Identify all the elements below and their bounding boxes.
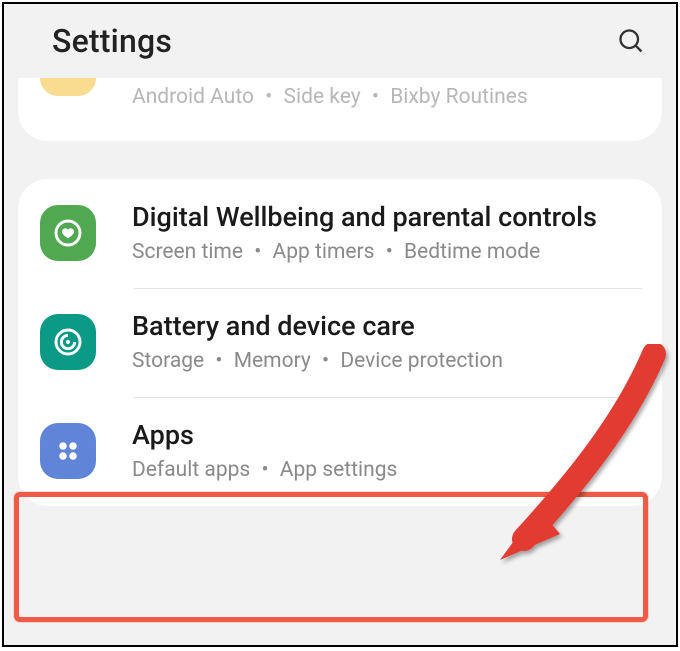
separator-dot: • [215,349,222,373]
sub-part: Android Auto [132,85,254,109]
settings-card-advanced: Android Auto • Side key • Bixby Routines [18,78,662,141]
sub-part: Storage [132,349,204,373]
sub-part: Bixby Routines [390,85,527,109]
sub-part: Bedtime mode [404,240,540,264]
row-subtitle: Default apps • App settings [132,457,642,484]
separator-dot: • [372,85,379,109]
search-button[interactable] [616,26,646,56]
sub-part: Memory [234,349,311,373]
row-title: Digital Wellbeing and parental controls [132,201,642,235]
row-text: Android Auto • Side key • Bixby Routines [132,84,642,111]
row-text: Apps Default apps • App settings [132,419,642,484]
battery-icon [40,314,96,370]
row-title: Apps [132,419,642,453]
row-text: Battery and device care Storage • Memory… [132,310,642,375]
sub-part: App settings [280,458,398,482]
settings-row-apps[interactable]: Apps Default apps • App settings [18,397,662,506]
apps-icon [40,423,96,479]
separator-dot: • [261,458,268,482]
row-subtitle: Storage • Memory • Device protection [132,348,642,375]
settings-header: Settings [4,4,676,78]
separator-dot: • [386,240,393,264]
sub-part: Device protection [340,349,503,373]
sub-part: Screen time [132,240,243,264]
page-title: Settings [52,22,172,60]
wellbeing-icon [40,205,96,261]
settings-row-battery[interactable]: Battery and device care Storage • Memory… [18,288,662,397]
separator-dot: • [322,349,329,373]
separator-dot: • [265,85,272,109]
settings-row-advanced[interactable]: Android Auto • Side key • Bixby Routines [18,84,662,121]
row-text: Digital Wellbeing and parental controls … [132,201,642,266]
sub-part: Default apps [132,458,250,482]
search-icon [617,27,645,55]
sub-part: Side key [284,85,361,109]
settings-row-wellbeing[interactable]: Digital Wellbeing and parental controls … [18,179,662,288]
annotation-highlight-box [14,492,648,622]
settings-card-main: Digital Wellbeing and parental controls … [18,179,662,506]
row-subtitle: Screen time • App timers • Bedtime mode [132,239,642,266]
row-title: Battery and device care [132,310,642,344]
row-subtitle: Android Auto • Side key • Bixby Routines [132,84,642,111]
sub-part: App timers [273,240,375,264]
advanced-icon [40,78,96,96]
separator-dot: • [254,240,261,264]
